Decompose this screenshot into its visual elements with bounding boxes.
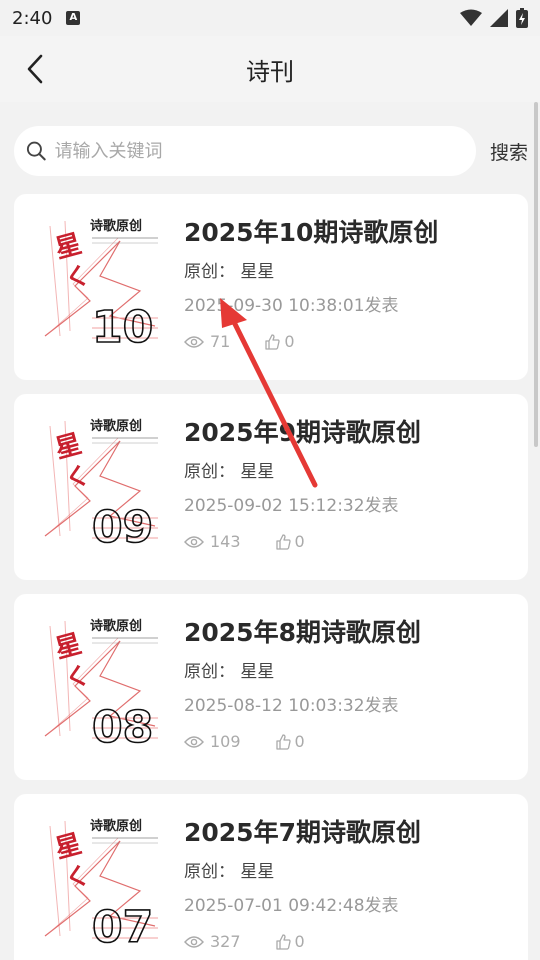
cover-number: 08 — [92, 702, 153, 748]
item-info: 2025年10期诗歌原创 原创： 星星 2025-09-30 10:38:01发… — [184, 216, 438, 358]
search-icon — [26, 141, 46, 161]
list-item[interactable]: 星 く 诗歌原创 08 2025年8期诗歌原创 原创： 星星 2025-08-1… — [14, 594, 528, 780]
view-count: 109 — [210, 732, 241, 751]
item-date: 2025-09-02 15:12:32发表 — [184, 496, 399, 516]
poem-list: 星 く 诗歌原创 10 2025年10期诗歌原创 原创： 星星 2025-09-… — [0, 192, 540, 960]
eye-icon — [184, 535, 204, 548]
thumbs-up-icon — [275, 933, 291, 950]
item-author: 原创： 星星 — [184, 462, 275, 482]
item-title: 2025年7期诗歌原创 — [184, 818, 421, 847]
cover-image: 星 く 诗歌原创 09 — [30, 416, 172, 548]
battery-icon — [516, 8, 528, 28]
notification-a-icon: A — [66, 11, 81, 25]
status-time: 2:40 — [12, 7, 53, 29]
eye-icon — [184, 935, 204, 948]
search-button[interactable]: 搜索 — [490, 138, 528, 165]
cover-heading: 诗歌原创 — [90, 618, 142, 634]
item-title: 2025年8期诗歌原创 — [184, 618, 421, 647]
cover-number: 07 — [92, 902, 153, 948]
item-stats: 109 0 — [184, 732, 421, 751]
search-row: 搜索 — [0, 102, 540, 192]
status-icons — [460, 8, 528, 28]
cover-number: 09 — [92, 502, 153, 548]
cover-heading: 诗歌原创 — [90, 418, 142, 434]
item-title: 2025年9期诗歌原创 — [184, 418, 421, 447]
thumbs-up-icon — [265, 333, 281, 350]
cover-image: 星 く 诗歌原创 07 — [30, 816, 172, 948]
cover-graphic: 星 く 诗歌原创 07 — [30, 816, 172, 948]
search-box[interactable] — [14, 126, 476, 176]
view-count: 71 — [210, 332, 231, 351]
view-count: 327 — [210, 932, 241, 951]
item-date: 2025-08-12 10:03:32发表 — [184, 696, 399, 716]
cover-number: 10 — [92, 302, 153, 348]
like-button[interactable]: 0 — [275, 932, 305, 951]
like-count: 0 — [284, 332, 295, 351]
eye-icon — [184, 335, 204, 348]
cover-graphic: 星 く 诗歌原创 08 — [30, 616, 172, 748]
view-count: 143 — [210, 532, 241, 551]
like-count: 0 — [294, 932, 305, 951]
list-item[interactable]: 星 く 诗歌原创 09 2025年9期诗歌原创 原创： 星星 2025-09-0… — [14, 394, 528, 580]
like-count: 0 — [294, 732, 305, 751]
cover-heading: 诗歌原创 — [90, 218, 142, 234]
like-button[interactable]: 0 — [275, 732, 305, 751]
cover-graphic: 星 く 诗歌原创 09 — [30, 416, 172, 548]
item-date: 2025-07-01 09:42:48发表 — [184, 896, 399, 916]
cover-image: 星 く 诗歌原创 10 — [30, 216, 172, 348]
item-info: 2025年8期诗歌原创 原创： 星星 2025-08-12 10:03:32发表… — [184, 616, 421, 758]
signal-icon — [490, 9, 508, 27]
thumbs-up-icon — [275, 533, 291, 550]
cover-image: 星 く 诗歌原创 08 — [30, 616, 172, 748]
item-author: 原创： 星星 — [184, 662, 275, 682]
page-title: 诗刊 — [246, 57, 294, 86]
cover-graphic: 星 く 诗歌原创 10 — [30, 216, 172, 348]
like-button[interactable]: 0 — [275, 532, 305, 551]
list-item[interactable]: 星 く 诗歌原创 10 2025年10期诗歌原创 原创： 星星 2025-09-… — [14, 194, 528, 380]
scrollbar[interactable] — [534, 102, 538, 447]
like-button[interactable]: 0 — [264, 332, 295, 351]
item-stats: 71 0 — [184, 332, 438, 351]
wifi-icon — [460, 9, 482, 26]
like-count: 0 — [294, 532, 305, 551]
status-bar: 2:40 A — [0, 0, 540, 36]
list-item[interactable]: 星 く 诗歌原创 07 2025年7期诗歌原创 原创： 星星 2025-07-0… — [14, 794, 528, 960]
item-date: 2025-09-30 10:38:01发表 — [184, 296, 399, 316]
app-bar: 诗刊 — [0, 36, 540, 102]
chevron-left-icon — [27, 54, 43, 84]
item-stats: 143 0 — [184, 532, 421, 551]
item-info: 2025年7期诗歌原创 原创： 星星 2025-07-01 09:42:48发表… — [184, 816, 421, 958]
item-author: 原创： 星星 — [184, 862, 275, 882]
item-info: 2025年9期诗歌原创 原创： 星星 2025-09-02 15:12:32发表… — [184, 416, 421, 558]
item-stats: 327 0 — [184, 932, 421, 951]
thumbs-up-icon — [275, 733, 291, 750]
cover-heading: 诗歌原创 — [90, 818, 142, 834]
item-title: 2025年10期诗歌原创 — [184, 218, 439, 247]
item-author: 原创： 星星 — [184, 262, 275, 282]
eye-icon — [184, 735, 204, 748]
back-button[interactable] — [18, 52, 52, 86]
search-input[interactable] — [54, 140, 464, 162]
